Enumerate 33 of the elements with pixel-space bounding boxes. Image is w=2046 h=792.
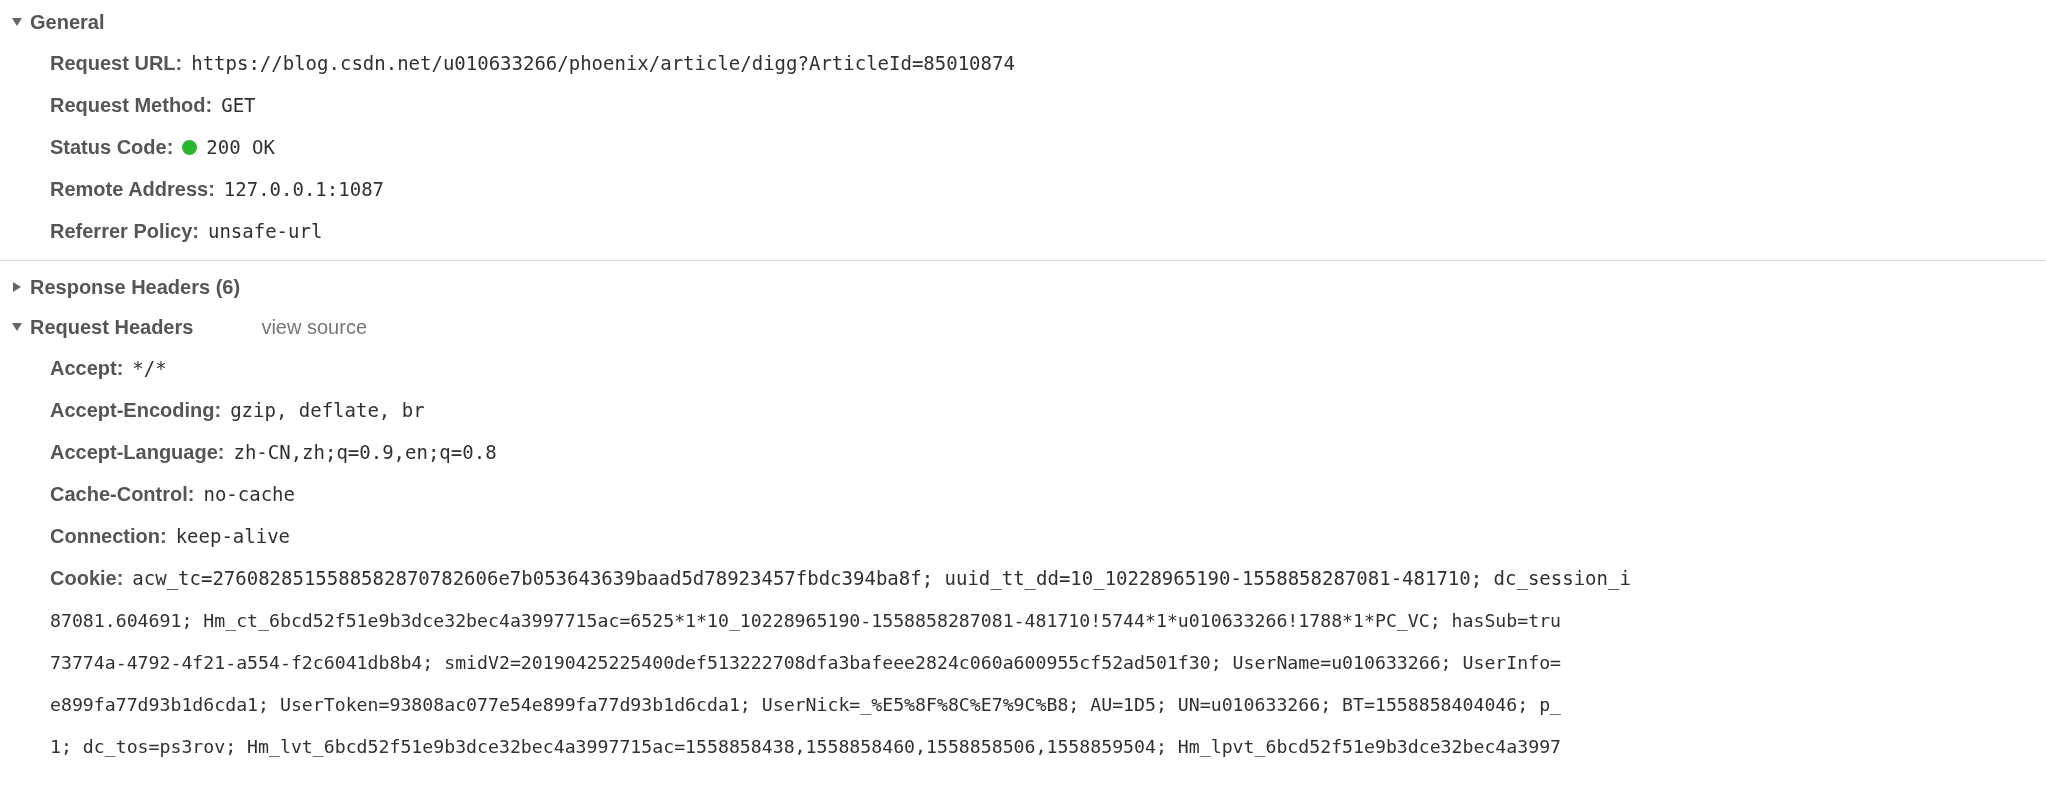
header-value: zh-CN,zh;q=0.9,en;q=0.8: [233, 441, 497, 463]
header-value: unsafe-url: [207, 220, 323, 242]
section-title[interactable]: Response Headers (6): [30, 275, 241, 299]
header-value: 73774a-4792-4f21-a554-f2c6041db8b4; smidV2=20190425225400def513222708dfa3bafeee2824c060a600955cf52ad501f30; UserName=u010633266; UserInfo=: [50, 651, 1562, 673]
expanded-triangle-icon[interactable]: [12, 17, 22, 27]
header-value: gzip, deflate, br: [230, 399, 425, 421]
header-value: 200 OK: [206, 136, 275, 158]
header-name: Remote Address:: [50, 177, 215, 201]
header-name: Accept-Language:: [50, 440, 225, 464]
header-name: Request URL:: [50, 51, 183, 75]
header-name: Accept:: [50, 356, 124, 380]
header-value: 87081.604691; Hm_ct_6bcd52f51e9b3dce32bec4a3997715ac=6525*1*10_10228965190-1558858287081-481710!5744*1*u010633266!1788*1*PC_VC; hasSub=tru: [50, 609, 1562, 631]
header-value: 1; dc_tos=ps3rov; Hm_lvt_6bcd52f51e9b3dce32bec4a3997715ac=1558858438,1558858460,1558858506,1558859504; Hm_lpvt_6bcd52f51e9b3dce32bec4a3997: [50, 735, 1562, 757]
header-name: Connection:: [50, 524, 167, 548]
header-value: acw_tc=2760828515588582870782606e7b053643639baad5d78923457fbdc394ba8f; uuid_tt_dd=10_10228965190-1558858287081-481710; dc_session_i: [132, 567, 1631, 589]
header-value: */*: [132, 357, 167, 379]
header-name: Cookie:: [50, 566, 124, 590]
header-value: GET: [221, 94, 256, 116]
view-source-link[interactable]: view source: [261, 315, 367, 339]
header-name: Status Code:: [50, 135, 174, 159]
section-title[interactable]: General: [30, 10, 105, 34]
header-value: e899fa77d93b1d6cda1; UserToken=93808ac077e54e899fa77d93b1d6cda1; UserNick=_%E5%8F%8C%E7%9C%B8; AU=1D5; UN=u010633266; BT=1558858404046; p_: [50, 693, 1562, 715]
header-value: 127.0.0.1:1087: [223, 178, 384, 200]
header-value: no-cache: [203, 483, 295, 505]
header-name: Accept-Encoding:: [50, 398, 222, 422]
expanded-triangle-icon[interactable]: [12, 322, 22, 332]
header-value: keep-alive: [175, 525, 291, 547]
collapsed-triangle-icon[interactable]: [12, 282, 22, 292]
header-name: Referrer Policy:: [50, 219, 199, 243]
header-name: Request Method:: [50, 93, 213, 117]
section-title[interactable]: Request Headers: [30, 315, 194, 339]
header-value: https://blog.csdn.net/u010633266/phoenix/article/digg?ArticleId=85010874: [191, 52, 1015, 74]
header-name: Cache-Control:: [50, 482, 195, 506]
